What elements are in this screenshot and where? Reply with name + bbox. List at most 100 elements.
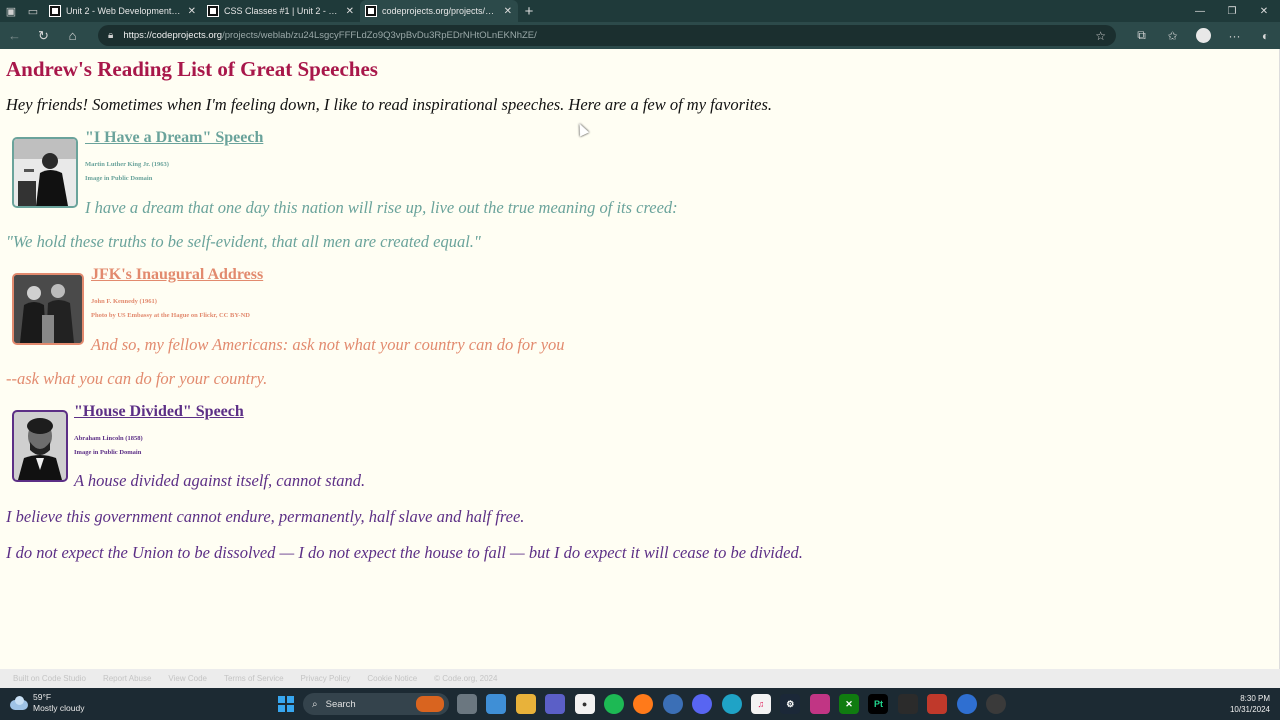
windows-taskbar: 59°F Mostly cloudy ⌕ Search ● ♫ ⚙ ✕ Pt 8… xyxy=(0,688,1280,720)
speech-quote: I have a dream that one day this nation … xyxy=(85,198,678,217)
clock-date: 10/31/2024 xyxy=(1229,705,1270,714)
clock-time: 8:30 PM xyxy=(1240,694,1270,703)
speech-quote: And so, my fellow Americans: ask not wha… xyxy=(91,335,565,354)
browser-right-tools: ⧉ ✩ ··· ◐ xyxy=(1126,22,1280,49)
speech-author: Abraham Lincoln (1858) xyxy=(74,435,143,442)
cloud-icon xyxy=(10,696,28,710)
speech-quote: A house divided against itself, cannot s… xyxy=(74,471,366,490)
files-icon[interactable] xyxy=(515,694,536,714)
footer-link-privacy[interactable]: Privacy Policy xyxy=(301,674,351,683)
new-tab-icon[interactable]: + xyxy=(518,0,540,22)
speech-quote: I do not expect the Union to be dissolve… xyxy=(6,543,803,562)
discord-icon[interactable] xyxy=(692,694,713,714)
pycharm-icon[interactable]: Pt xyxy=(868,694,889,714)
app-icon[interactable] xyxy=(897,694,918,714)
spotify-icon[interactable] xyxy=(603,694,624,714)
page-title: Andrew's Reading List of Great Speeches xyxy=(6,57,378,81)
search-label: Search xyxy=(325,698,356,710)
windows-start-icon[interactable] xyxy=(278,696,294,712)
system-clock[interactable]: 8:30 PM 10/31/2024 xyxy=(1230,693,1270,715)
tab-title: codeprojects.org/projects/weblab/zu24 xyxy=(382,6,498,16)
footer-link-view-code[interactable]: View Code xyxy=(168,674,207,683)
close-window-icon[interactable]: ✕ xyxy=(1248,0,1280,22)
tab-title: Unit 2 - Web Development ('24-'25) xyxy=(66,6,182,16)
app-icon[interactable] xyxy=(986,694,1007,714)
browser-tab-unit2[interactable]: Unit 2 - Web Development ('24-'25) ✕ xyxy=(44,0,202,22)
copilot-icon[interactable] xyxy=(486,694,507,714)
footer-link-built-on[interactable]: Built on Code Studio xyxy=(13,674,86,683)
taskbar-search[interactable]: ⌕ Search xyxy=(303,693,449,715)
speech-author: John F. Kennedy (1961) xyxy=(91,298,157,305)
back-icon[interactable]: ← xyxy=(0,22,29,49)
extensions-icon[interactable]: ⧉ xyxy=(1126,28,1157,43)
speech-author: Martin Luther King Jr. (1963) xyxy=(85,161,169,168)
mlk-photo xyxy=(12,137,78,208)
code-org-footer: Built on Code Studio Report Abuse View C… xyxy=(0,669,1280,688)
search-icon: ⌕ xyxy=(312,698,318,710)
itunes-icon[interactable]: ♫ xyxy=(750,694,771,714)
url-host: https://codeprojects.org xyxy=(123,30,223,41)
weather-text: 59°F Mostly cloudy xyxy=(33,692,85,714)
footer-link-terms[interactable]: Terms of Service xyxy=(224,674,284,683)
image-credit: Image in Public Domain xyxy=(85,175,153,182)
speech-quote: I believe this government cannot endure,… xyxy=(6,507,525,526)
speech-link-i-have-a-dream[interactable]: "I Have a Dream" Speech xyxy=(85,129,263,147)
speech-quote: "We hold these truths to be self-evident… xyxy=(6,232,481,251)
footer-link-cookie[interactable]: Cookie Notice xyxy=(367,674,417,683)
footer-link-report-abuse[interactable]: Report Abuse xyxy=(103,674,151,683)
url-path: /projects/weblab/zu24LsgcyFFFLdZo9Q3vpBv… xyxy=(222,30,537,41)
mlk-photo-image xyxy=(14,139,76,206)
image-credit: Image in Public Domain xyxy=(74,449,142,456)
speech-link-house-divided[interactable]: "House Divided" Speech xyxy=(74,403,244,421)
file-explorer-icon[interactable] xyxy=(457,694,477,714)
favorite-star-icon[interactable]: ☆ xyxy=(1095,29,1106,43)
close-icon[interactable]: ✕ xyxy=(188,6,196,17)
footer-copyright: © Code.org, 2024 xyxy=(434,674,498,683)
copilot-icon[interactable]: ◐ xyxy=(1250,29,1280,43)
app-icon[interactable] xyxy=(662,694,683,714)
more-icon[interactable]: ··· xyxy=(1219,29,1250,43)
xbox-icon[interactable]: ✕ xyxy=(839,694,860,714)
weather-desc: Mostly cloudy xyxy=(33,703,85,713)
jfk-photo-image xyxy=(14,275,82,343)
profile-icon[interactable] xyxy=(1188,28,1219,43)
instagram-icon[interactable] xyxy=(809,694,830,714)
search-highlight-icon xyxy=(416,696,444,712)
lock-icon[interactable]: 🔒︎ xyxy=(108,30,113,41)
browser-tab-codeprojects[interactable]: codeprojects.org/projects/weblab/zu24 ✕ xyxy=(360,0,518,22)
pinned-apps: ● ♫ ⚙ ✕ Pt xyxy=(457,694,1015,714)
workspaces-icon[interactable]: ▣ xyxy=(0,0,22,22)
close-icon[interactable]: ✕ xyxy=(346,6,354,17)
browser-tab-strip: ▣ ▭ Unit 2 - Web Development ('24-'25) ✕… xyxy=(0,0,1280,22)
weather-temp: 59°F xyxy=(33,692,52,702)
url-text[interactable]: https://codeprojects.org/projects/weblab… xyxy=(123,30,536,41)
tab-actions-icon[interactable]: ▭ xyxy=(22,0,44,22)
browser-tab-css-classes[interactable]: CSS Classes #1 | Unit 2 - Web Developmen… xyxy=(202,0,360,22)
favorites-icon[interactable]: ✩ xyxy=(1157,29,1188,43)
lincoln-photo-image xyxy=(14,412,66,480)
intro-text: Hey friends! Sometimes when I'm feeling … xyxy=(6,95,773,114)
teams-icon[interactable] xyxy=(545,694,566,714)
close-icon[interactable]: ✕ xyxy=(504,6,512,17)
firefox-icon[interactable] xyxy=(633,694,654,714)
speech-link-jfk-inaugural[interactable]: JFK's Inaugural Address xyxy=(91,266,263,284)
refresh-icon[interactable]: ↻ xyxy=(29,22,58,49)
home-icon[interactable]: ⌂ xyxy=(58,22,87,49)
web-page: Andrew's Reading List of Great Speeches … xyxy=(0,49,1280,669)
image-credit: Photo by US Embassy at the Hague on Flic… xyxy=(91,312,250,319)
chrome-icon[interactable]: ● xyxy=(574,694,595,714)
edge-icon[interactable] xyxy=(721,694,742,714)
code-org-favicon-icon xyxy=(207,5,219,17)
weather-widget[interactable]: 59°F Mostly cloudy xyxy=(10,692,85,714)
address-bar[interactable]: 🔒︎ https://codeprojects.org/projects/web… xyxy=(98,25,1116,46)
maximize-icon[interactable]: ❐ xyxy=(1216,0,1248,22)
lincoln-photo xyxy=(12,410,68,482)
steam-icon[interactable]: ⚙ xyxy=(780,694,801,714)
window-controls: — ❐ ✕ xyxy=(1184,0,1280,22)
minimize-icon[interactable]: — xyxy=(1184,0,1216,22)
code-org-favicon-icon xyxy=(49,5,61,17)
browser-toolbar: ← ↻ ⌂ 🔒︎ https://codeprojects.org/projec… xyxy=(0,22,1280,49)
app-icon[interactable] xyxy=(927,694,948,714)
app-icon[interactable] xyxy=(956,694,977,714)
jfk-photo xyxy=(12,273,84,345)
